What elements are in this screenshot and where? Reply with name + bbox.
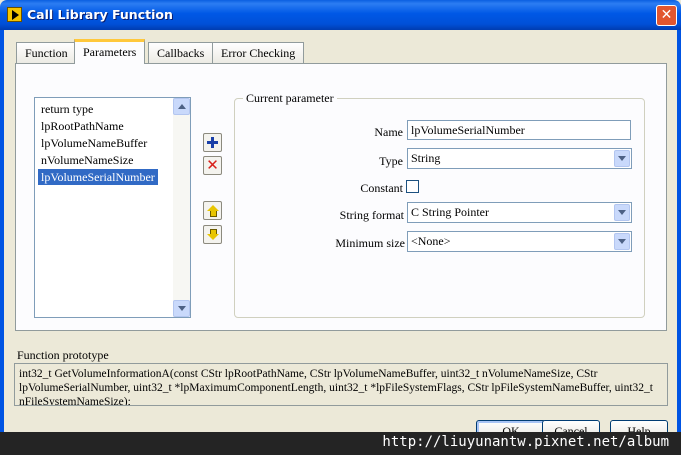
type-select[interactable]: String — [407, 148, 632, 169]
name-label: Name — [374, 125, 403, 139]
parameter-list-item[interactable]: lpVolumeNameBuffer — [38, 135, 150, 151]
tab-function[interactable]: Function — [16, 42, 77, 63]
parameter-list[interactable]: return type lpRootPathName lpVolumeNameB… — [34, 97, 191, 318]
parameter-list-item[interactable]: nVolumeNameSize — [38, 152, 136, 168]
current-parameter-legend: Current parameter — [243, 91, 337, 106]
delete-parameter-button[interactable]: ✕ — [203, 156, 222, 175]
add-parameter-button[interactable] — [203, 133, 222, 152]
window-frame-right — [677, 30, 681, 455]
chevron-down-icon[interactable] — [614, 204, 630, 221]
move-parameter-up-button[interactable] — [203, 201, 222, 220]
type-select-value: String — [411, 151, 441, 165]
title-bar[interactable]: Call Library Function ✕ — [0, 0, 681, 30]
minimum-size-select-value: <None> — [411, 234, 451, 248]
scroll-up-arrow-icon[interactable] — [173, 98, 190, 115]
parameter-list-item-selected[interactable]: lpVolumeSerialNumber — [38, 169, 158, 185]
string-format-label: String format — [339, 208, 404, 222]
window-title: Call Library Function — [27, 7, 173, 22]
function-prototype-text: int32_t GetVolumeInformationA(const CStr… — [14, 363, 668, 406]
minimum-size-label: Minimum size — [335, 236, 405, 250]
tab-parameters[interactable]: Parameters — [74, 39, 146, 64]
string-format-select-value: C String Pointer — [411, 205, 490, 219]
string-format-select[interactable]: C String Pointer — [407, 202, 632, 223]
tab-error-checking[interactable]: Error Checking — [212, 42, 305, 63]
watermark-url: http://liuyunantw.pixnet.net/album — [382, 434, 669, 450]
type-label: Type — [379, 154, 403, 168]
labview-app-icon — [7, 7, 22, 22]
scroll-down-arrow-icon[interactable] — [173, 300, 190, 317]
function-prototype-label: Function prototype — [17, 348, 109, 362]
parameter-list-item[interactable]: lpRootPathName — [38, 118, 127, 134]
constant-checkbox[interactable] — [406, 180, 419, 193]
chevron-down-icon[interactable] — [614, 150, 630, 167]
parameter-list-scrollbar[interactable] — [173, 98, 190, 317]
minimum-size-select[interactable]: <None> — [407, 231, 632, 252]
x-icon: ✕ — [206, 156, 219, 174]
parameter-list-item[interactable]: return type — [38, 101, 96, 117]
window-frame-left — [0, 30, 4, 455]
constant-label: Constant — [360, 181, 403, 195]
call-library-function-dialog: Call Library Function ✕ Function Paramet… — [0, 0, 681, 455]
chevron-down-icon[interactable] — [614, 233, 630, 250]
name-field[interactable]: lpVolumeSerialNumber — [407, 120, 631, 140]
move-parameter-down-button[interactable] — [203, 225, 222, 244]
tab-callbacks[interactable]: Callbacks — [148, 42, 214, 63]
close-button[interactable]: ✕ — [656, 5, 677, 26]
